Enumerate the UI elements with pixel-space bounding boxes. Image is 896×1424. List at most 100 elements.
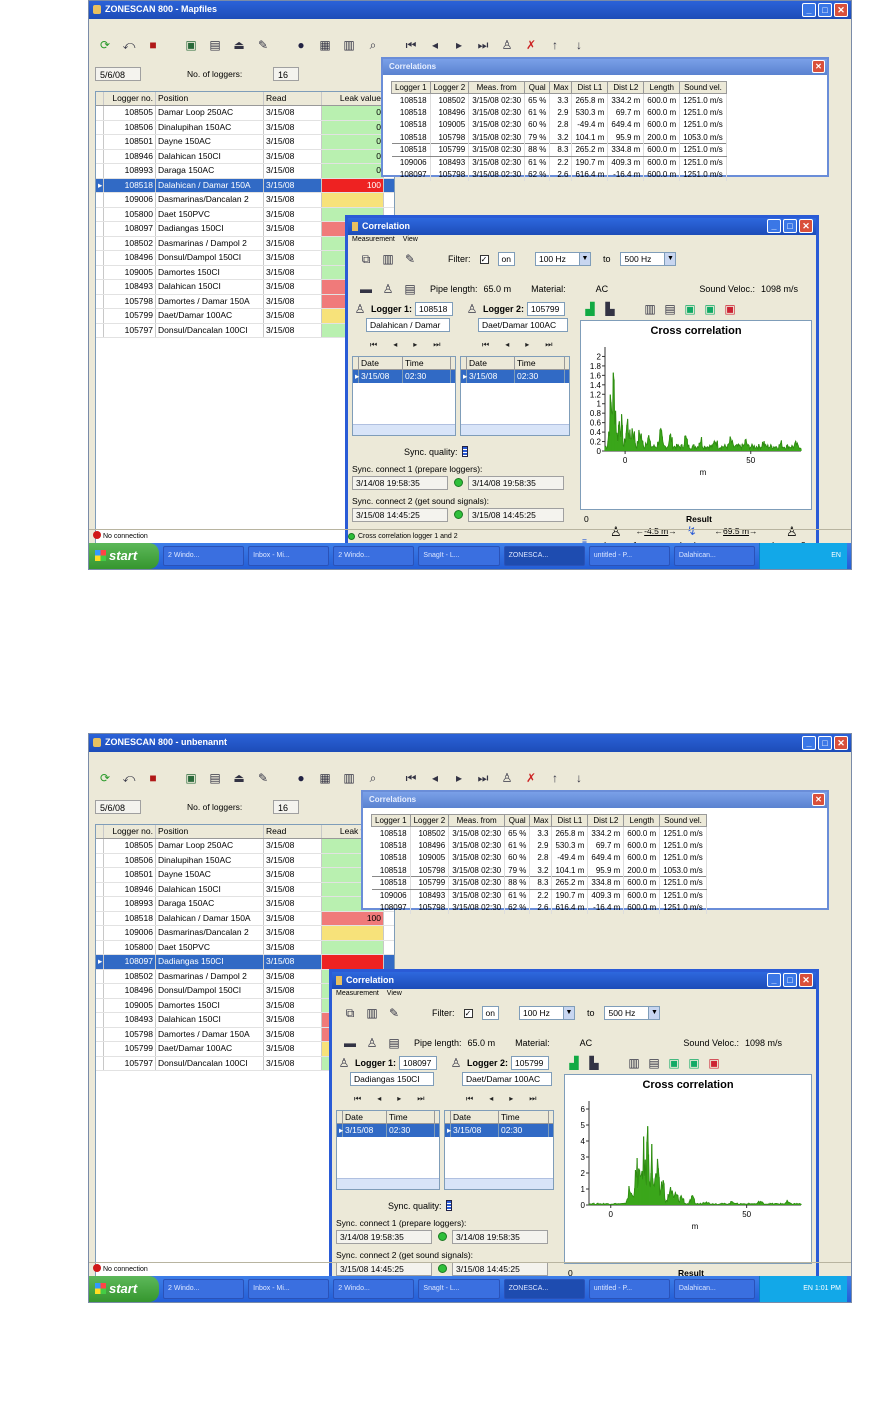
zoom-icon[interactable]: ▣ xyxy=(686,1056,702,1070)
chart-icon[interactable]: ▟ xyxy=(566,1056,582,1070)
logger-col-header[interactable]: Position xyxy=(156,825,264,838)
filter-checkbox[interactable]: ✓ xyxy=(463,1008,473,1018)
measurement-date[interactable]: 3/15/08 xyxy=(451,1124,499,1137)
logger1-scrollbar[interactable] xyxy=(353,424,455,435)
maximize-button[interactable]: □ xyxy=(818,3,832,17)
taskbar-item[interactable]: ZONESCA... xyxy=(503,1279,585,1299)
logger-icon[interactable]: ♙ xyxy=(499,771,515,785)
last-icon[interactable]: ⏭ xyxy=(475,38,491,52)
corr-col-header[interactable]: Meas. from xyxy=(468,81,526,94)
logger1-scrollbar[interactable] xyxy=(337,1178,439,1189)
save-icon[interactable]: ▣ xyxy=(183,38,199,52)
last-icon[interactable]: ⏭ xyxy=(529,1094,536,1104)
logger-icon[interactable]: ♙ xyxy=(499,38,515,52)
table-row[interactable]: 108946Dalahican 150CI3/15/080 xyxy=(96,882,394,897)
logger-box-icon[interactable]: ■ xyxy=(145,771,161,785)
settings-icon[interactable]: ▤ xyxy=(402,282,418,296)
logger1-number[interactable]: 108097 xyxy=(399,1056,438,1070)
globe-icon[interactable]: ● xyxy=(293,771,309,785)
correlations-close-button[interactable]: ✕ xyxy=(812,793,825,806)
filter-to-select[interactable]: 500 Hz ▼ xyxy=(620,252,677,266)
logger-col-header[interactable]: Leak value xyxy=(322,92,384,105)
taskbar-item[interactable]: Inbox - Mi... xyxy=(248,546,330,566)
corr-col-header[interactable]: Max xyxy=(549,81,573,94)
export-icon[interactable]: ▣ xyxy=(666,1056,682,1070)
measurement-date[interactable]: 3/15/08 xyxy=(467,370,515,383)
refresh-icon[interactable]: ⟳ xyxy=(97,771,113,785)
chart-icon[interactable]: ▟ xyxy=(582,302,598,316)
correlation-minimize-button[interactable]: _ xyxy=(767,219,781,233)
bar-chart-icon[interactable]: ▙ xyxy=(586,1056,602,1070)
table-row[interactable]: 108518 108496 3/15/08 02:30 61 % 2.9 530.3 m6… xyxy=(391,106,727,119)
logger-col-header[interactable]: Position xyxy=(156,92,264,105)
correlation-minimize-button[interactable]: _ xyxy=(767,973,781,987)
table-row[interactable]: 108946Dalahican 150CI3/15/080 xyxy=(96,149,394,164)
corr-col-header[interactable]: Length xyxy=(643,81,681,94)
logger1-nav[interactable]: ⏮ ◂ ▸ ⏭ xyxy=(354,1094,424,1104)
first-icon[interactable]: ⏮ xyxy=(482,340,489,350)
table-icon[interactable]: ▥ xyxy=(642,302,658,316)
table-row[interactable]: 109006 Dasmarinas/Dancalan 2 3/15/08 xyxy=(96,193,394,208)
correlation-maximize-button[interactable]: □ xyxy=(783,973,797,987)
print-icon[interactable]: ▥ xyxy=(341,38,357,52)
down-arrow-icon[interactable]: ↓ xyxy=(571,771,587,785)
prev-icon[interactable]: ◂ xyxy=(393,340,397,350)
filter-checkbox[interactable]: ✓ xyxy=(479,254,489,264)
taskbar-item[interactable]: 2 Windo... xyxy=(333,546,415,566)
up-arrow-icon[interactable]: ↑ xyxy=(547,771,563,785)
taskbar-item[interactable]: SnagIt - L... xyxy=(418,546,500,566)
taskbar-item[interactable]: 2 Windo... xyxy=(163,1279,245,1299)
prev-icon[interactable]: ◂ xyxy=(505,340,509,350)
logger1-measurements[interactable]: Date Time ▸ 3/15/08 02:30 xyxy=(352,356,456,436)
start-button[interactable]: start xyxy=(89,543,159,569)
correlations-window[interactable]: Correlations ✕ Logger 1 Logger 2 Meas. fro… xyxy=(361,790,829,914)
filter-on[interactable]: on xyxy=(481,1006,499,1020)
measurement-time[interactable]: 02:30 xyxy=(515,370,565,383)
measurement-time[interactable]: 02:30 xyxy=(499,1124,549,1137)
table-row[interactable]: 109006 108493 3/15/08 02:30 61 % 2.2 190.7 m4… xyxy=(371,889,707,902)
microphone-icon[interactable]: ✎ xyxy=(255,38,271,52)
logger2-measurements[interactable]: Date Time ▸ 3/15/08 02:30 xyxy=(444,1110,554,1190)
next-icon[interactable]: ▸ xyxy=(509,1094,513,1104)
first-icon[interactable]: ⏮ xyxy=(403,771,419,785)
table-row[interactable]: 108518 105799 3/15/08 02:30 88 % 8.3 265.2 m3… xyxy=(371,876,707,890)
table-row[interactable]: 108506Dinalupihan 150AC3/15/080 xyxy=(96,120,394,135)
connect-icon[interactable]: ⤺ xyxy=(121,38,137,52)
close-button[interactable]: ✕ xyxy=(834,3,848,17)
table-row[interactable]: 108501Dayne 150AC3/15/080 xyxy=(96,868,394,883)
start-button[interactable]: start xyxy=(89,1276,159,1302)
table-row[interactable]: 108097 105798 3/15/08 02:30 62 % 2.6 616.4 m-… xyxy=(371,901,707,914)
copy-icon[interactable]: ⧉ xyxy=(342,1006,358,1020)
correlation-window[interactable]: Correlation _ □ ✕ Measurement View ⧉ ▥ ✎ … xyxy=(329,969,819,1302)
app-titlebar[interactable]: ZONESCAN 800 - unbenannt _ □ ✕ xyxy=(89,734,851,752)
up-arrow-icon[interactable]: ↑ xyxy=(547,38,563,52)
delete-icon[interactable]: ✗ xyxy=(523,38,539,52)
table-row[interactable]: 108518 105799 3/15/08 02:30 88 % 8.3 265.2 m3… xyxy=(391,143,727,157)
correlations-table[interactable]: Logger 1 Logger 2 Meas. from Qual Max Dist L1… xyxy=(371,814,707,914)
logger2-nav[interactable]: ⏮ ◂ ▸ ⏭ xyxy=(466,1094,536,1104)
table-row[interactable]: 108518 108502 3/15/08 02:30 65 % 3.3 265.8 m3… xyxy=(391,93,727,106)
next-icon[interactable]: ▸ xyxy=(397,1094,401,1104)
table-row[interactable]: 108501Dayne 150AC3/15/080 xyxy=(96,135,394,150)
bar-chart-icon[interactable]: ▙ xyxy=(602,302,618,316)
taskbar-item[interactable]: SnagIt - L... xyxy=(418,1279,500,1299)
taskbar-item[interactable]: untitled - P... xyxy=(588,1279,670,1299)
save-icon[interactable]: ▣ xyxy=(183,771,199,785)
cross-correlation-chart[interactable]: Cross correlation 0 0.2 0.4 0.6 0.8 1 1.2 1.4 1.… xyxy=(580,320,812,510)
connect-icon[interactable]: ⤺ xyxy=(121,771,137,785)
logger2-nav[interactable]: ⏮ ◂ ▸ ⏭ xyxy=(482,340,552,350)
logger-box-icon[interactable]: ■ xyxy=(145,38,161,52)
table-row[interactable]: 108993Daraga 150AC3/15/080 xyxy=(96,164,394,179)
logger2-number[interactable]: 105799 xyxy=(511,1056,550,1070)
correlation-window[interactable]: Correlation _ □ ✕ Measurement View ⧉ ▥ ✎ … xyxy=(345,215,819,565)
taskbar-item[interactable]: Dalahican... xyxy=(673,546,755,566)
refresh-icon[interactable]: ⟳ xyxy=(97,38,113,52)
prev-icon[interactable]: ◂ xyxy=(377,1094,381,1104)
table-row[interactable]: 108518 105798 3/15/08 02:30 79 % 3.2 104.1 m9… xyxy=(391,131,727,144)
minimize-button[interactable]: _ xyxy=(802,736,816,750)
print-icon[interactable]: ▥ xyxy=(380,252,396,266)
menu-item[interactable]: Measurement xyxy=(336,990,379,999)
down-arrow-icon[interactable]: ↓ xyxy=(571,38,587,52)
logger2-measurements[interactable]: Date Time ▸ 3/15/08 02:30 xyxy=(460,356,570,436)
correlations-titlebar[interactable]: Correlations ✕ xyxy=(363,792,827,808)
